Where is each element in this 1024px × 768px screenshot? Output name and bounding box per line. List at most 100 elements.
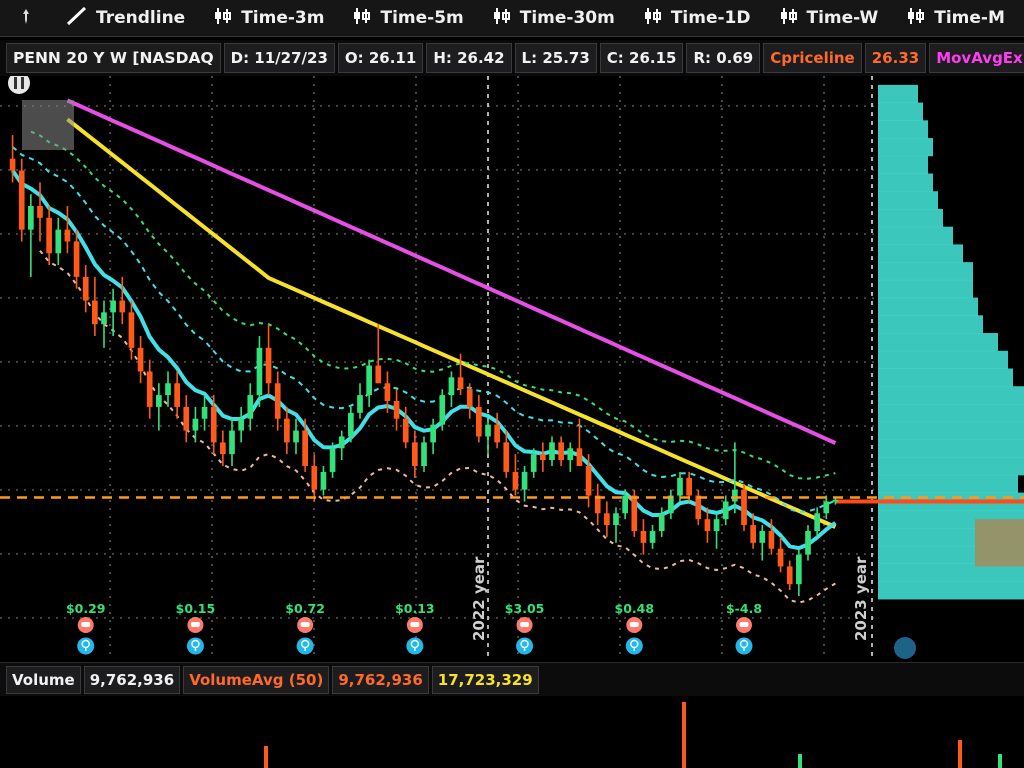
- candle-bull: [28, 206, 34, 230]
- volume-background: [0, 696, 1024, 768]
- high-value: H: 26.42: [426, 43, 512, 73]
- earnings-phone-icon-handset: [629, 622, 639, 627]
- volume-pane[interactable]: [0, 696, 1024, 768]
- earnings-value-label: $0.29: [66, 601, 106, 616]
- chart-logo-icon: [894, 637, 916, 659]
- candle-bear: [512, 471, 519, 490]
- timeframe-1d-label: Time-1D: [670, 8, 751, 28]
- candle-bull: [796, 554, 802, 585]
- chart-indicator-icon: [22, 100, 74, 150]
- candle-bear: [18, 170, 25, 230]
- candle-bull: [439, 395, 446, 425]
- candle-icon: [213, 6, 233, 31]
- candle-bear: [540, 454, 546, 461]
- value-area-block: [975, 519, 1024, 567]
- volume-profile-bar: [878, 315, 983, 334]
- candle-bull: [192, 418, 199, 431]
- candle-bear: [494, 424, 500, 443]
- earnings-phone-icon-handset: [190, 622, 200, 627]
- volume-profile-bar: [878, 386, 1024, 405]
- candle-bull: [247, 395, 254, 419]
- earnings-value-label: $0.72: [285, 601, 325, 616]
- candle-bear: [402, 418, 409, 443]
- candle-bear: [174, 383, 180, 407]
- timeframe-5m-button[interactable]: Time-5m: [338, 0, 477, 36]
- candle-bear: [92, 300, 98, 325]
- volume-profile-bar: [878, 191, 938, 210]
- pin-icon: [17, 7, 35, 30]
- candle-bear: [631, 495, 638, 531]
- candle-bull: [658, 513, 665, 531]
- candle-bull: [101, 312, 107, 325]
- candle-bear: [146, 371, 153, 407]
- candle-bear: [640, 531, 647, 543]
- volume-profile-bar: [878, 208, 943, 228]
- candle-bull: [165, 383, 171, 396]
- candle-bear: [576, 448, 583, 466]
- candle-bear: [741, 489, 747, 526]
- candle-bull: [613, 513, 619, 526]
- candle-bear: [137, 347, 144, 372]
- volume-avg-value: 9,762,936: [332, 665, 429, 694]
- volume-profile-bar: [878, 368, 1013, 387]
- candle-bear: [183, 406, 190, 431]
- year-label-2023: 2023 year: [852, 556, 870, 641]
- volume-profile-bar: [878, 439, 1024, 458]
- candle-bear: [210, 406, 217, 443]
- volume-profile-bar: [878, 102, 923, 121]
- candle-bull: [805, 531, 811, 555]
- candle-bull: [814, 513, 820, 531]
- candle-bear: [466, 389, 473, 407]
- range-value: R: 0.69: [686, 43, 761, 73]
- trendline-icon: [66, 6, 88, 31]
- candle-bull: [156, 395, 162, 407]
- candle-bull: [238, 418, 244, 431]
- volume-profile-bar: [878, 262, 973, 281]
- pause-icon-bar: [14, 77, 17, 89]
- candle-bull: [832, 499, 839, 502]
- candle-bear: [73, 241, 80, 277]
- open-value: O: 26.11: [337, 43, 424, 73]
- pin-button[interactable]: [0, 0, 52, 36]
- chart-toolbar: Trendline Time-3m Time-5m Time-30m Time-…: [0, 0, 1024, 37]
- candle-bull: [677, 477, 683, 496]
- priceline-study-label[interactable]: Cpriceline: [763, 43, 862, 73]
- candle-bull: [713, 519, 720, 531]
- low-value: L: 25.73: [514, 43, 597, 73]
- candle-bear: [64, 229, 71, 242]
- pause-icon-bar: [21, 77, 24, 89]
- timeframe-w-button[interactable]: Time-W: [765, 0, 893, 36]
- timeframe-3m-button[interactable]: Time-3m: [199, 0, 338, 36]
- candle-bull: [430, 424, 436, 443]
- candle-bear: [393, 401, 400, 419]
- timeframe-1d-button[interactable]: Time-1D: [629, 0, 765, 36]
- candle-bull: [448, 377, 455, 396]
- trendline-button[interactable]: Trendline: [52, 0, 199, 36]
- timeframe-m-label: Time-M: [934, 8, 1005, 28]
- close-value: C: 26.15: [599, 43, 684, 73]
- candle-bear: [119, 300, 126, 313]
- year-label-2022: 2022 year: [470, 556, 488, 641]
- candle-bear: [704, 519, 711, 531]
- candle-bull: [530, 454, 537, 472]
- volume-avg-label[interactable]: VolumeAvg (50): [183, 665, 330, 694]
- candle-bear: [37, 206, 43, 218]
- symbol-label[interactable]: PENN 20 Y W [NASDAQ: [6, 43, 221, 73]
- trendline-label: Trendline: [96, 8, 186, 28]
- timeframe-30m-button[interactable]: Time-30m: [478, 0, 629, 36]
- earnings-value-label: $0.13: [395, 601, 435, 616]
- volume-label[interactable]: Volume: [6, 665, 81, 694]
- ema-study-label[interactable]: MovAvgExponential (CLO: [929, 43, 1024, 73]
- timeframe-m-button[interactable]: Time-M: [892, 0, 1019, 36]
- earnings-value-label: $3.05: [505, 601, 545, 616]
- timeframe-5m-label: Time-5m: [380, 8, 464, 28]
- price-chart[interactable]: $0.29 $0.15 $0.72 $0.13 $3.05 $0.48 $-4.8 2022…: [0, 76, 1024, 662]
- candle-bear: [375, 365, 382, 384]
- candle-bear: [695, 495, 702, 520]
- candle-bull: [320, 471, 327, 490]
- candle-bull: [293, 430, 299, 443]
- candle-bear: [302, 430, 308, 466]
- volume-profile-bar: [878, 457, 1024, 476]
- volume-profile-bar: [878, 581, 1024, 600]
- candle-bear: [457, 377, 464, 390]
